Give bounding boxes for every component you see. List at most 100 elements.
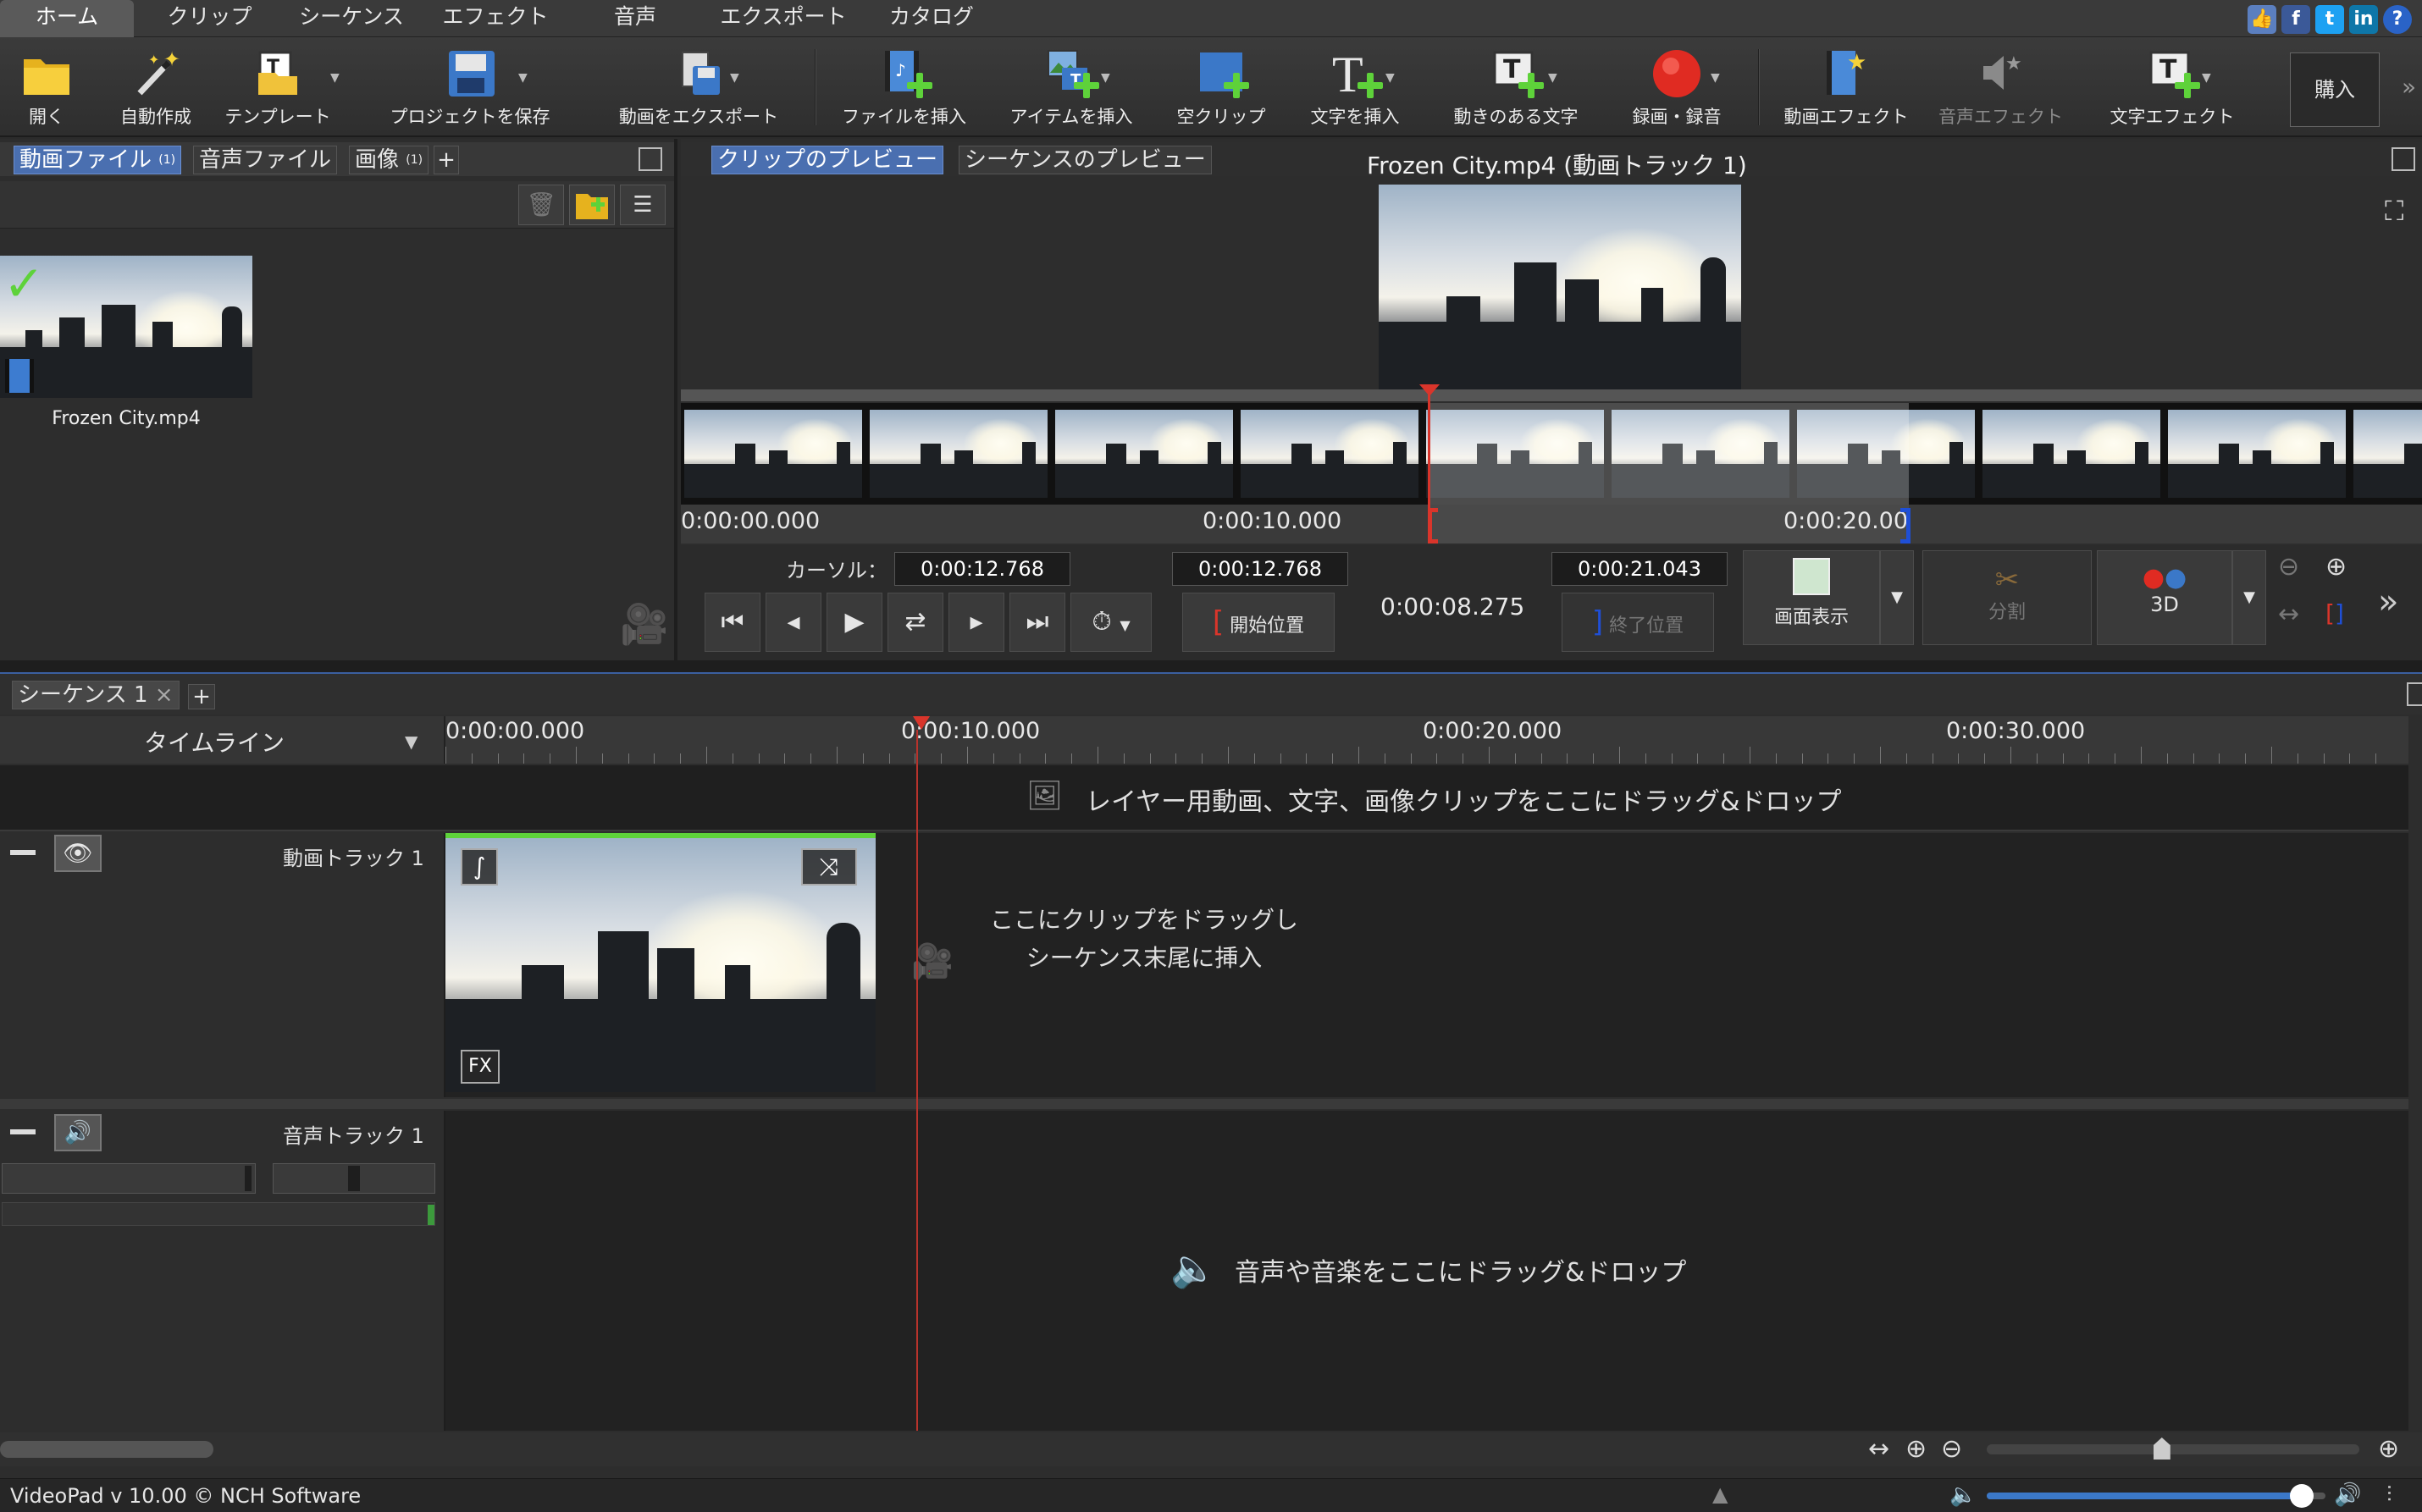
view-mode-selector[interactable]: タイムライン ▼ bbox=[0, 716, 445, 764]
split-button[interactable]: ✂ 分割 bbox=[1922, 550, 2092, 645]
expand-up-icon[interactable]: ▲ bbox=[1712, 1482, 1728, 1506]
add-tab-button[interactable]: + bbox=[434, 146, 459, 174]
add-sequence-button[interactable]: + bbox=[188, 684, 215, 709]
end-marker[interactable] bbox=[1900, 508, 1911, 544]
cursor-time[interactable]: 0:00:12.768 bbox=[894, 552, 1070, 586]
menu-tab-sequence[interactable]: シーケンス bbox=[292, 0, 411, 37]
tab-video-files[interactable]: 動画ファイル (1) bbox=[14, 146, 182, 174]
3d-dropdown-icon[interactable]: ▼ bbox=[2232, 550, 2266, 645]
video-track[interactable]: ∫ ⤨ FX 🎥 ここにクリップをドラッグしシーケンス末尾に挿入 bbox=[445, 833, 2408, 1097]
fullscreen-icon[interactable]: ⛶ bbox=[2385, 195, 2403, 228]
3d-button[interactable]: ●● 3D bbox=[2097, 550, 2232, 645]
go-to-start-icon[interactable]: ⏮ bbox=[705, 593, 760, 652]
pan-slider[interactable] bbox=[273, 1163, 435, 1194]
undock-icon[interactable] bbox=[639, 147, 662, 171]
panel-splitter[interactable] bbox=[0, 660, 2422, 672]
text-effects-dropdown-icon[interactable]: ▼ bbox=[2202, 71, 2211, 85]
set-start-button[interactable]: [ 開始位置 bbox=[1182, 593, 1335, 652]
playhead-handle-icon[interactable] bbox=[1419, 384, 1440, 396]
menu-tab-export[interactable]: エクスポート bbox=[711, 0, 855, 37]
tab-images[interactable]: 画像 (1) bbox=[349, 146, 429, 174]
animated-text-button[interactable]: T 動きのある文字 bbox=[1440, 42, 1592, 130]
fit-width-icon[interactable]: ↔ bbox=[2278, 599, 2299, 629]
animated-text-dropdown-icon[interactable]: ▼ bbox=[1548, 71, 1557, 85]
speed-icon[interactable]: ⏱ ▼ bbox=[1070, 593, 1152, 652]
list-view-icon[interactable]: ☰ bbox=[620, 185, 666, 225]
timeline-ruler[interactable]: 0:00:00.000 0:00:10.000 0:00:20.000 0:00… bbox=[445, 716, 2408, 764]
more-controls-icon[interactable]: » bbox=[2378, 582, 2398, 621]
export-video-button[interactable]: 動画をエクスポート bbox=[610, 42, 788, 130]
menu-tab-catalog[interactable]: カタログ bbox=[881, 0, 982, 37]
insert-text-dropdown-icon[interactable]: ▼ bbox=[1385, 71, 1395, 85]
template-dropdown-icon[interactable]: ▼ bbox=[330, 71, 340, 85]
screen-display-dropdown-icon[interactable]: ▼ bbox=[1880, 550, 1914, 645]
buy-button[interactable]: 購入 bbox=[2290, 52, 2380, 127]
next-frame-icon[interactable]: ▸ bbox=[948, 593, 1004, 652]
zoom-in-icon[interactable]: ⊕ bbox=[2378, 1434, 2399, 1464]
menu-tab-home[interactable]: ホーム bbox=[0, 0, 134, 37]
timeline-playhead[interactable] bbox=[916, 730, 918, 1431]
volume-slider[interactable] bbox=[2, 1163, 256, 1194]
collapse-icon[interactable] bbox=[10, 850, 36, 855]
close-icon[interactable]: × bbox=[155, 682, 174, 708]
speaker-icon[interactable]: 🔊 bbox=[54, 1114, 102, 1151]
preview-playhead[interactable] bbox=[1428, 386, 1430, 544]
slider-thumb[interactable] bbox=[2153, 1438, 2170, 1460]
blank-clip-button[interactable]: 空クリップ bbox=[1162, 42, 1280, 130]
screen-display-button[interactable]: 画面表示 bbox=[1743, 550, 1880, 645]
collapse-icon[interactable] bbox=[10, 1129, 36, 1134]
undock-icon[interactable] bbox=[2407, 682, 2422, 706]
fx-button[interactable]: FX bbox=[461, 1050, 500, 1084]
preview-ruler[interactable]: 0:00:00.000 0:00:10.000 0:00:20.00 bbox=[681, 505, 2422, 544]
eye-icon[interactable]: 👁 bbox=[54, 835, 102, 872]
scrub-bar[interactable] bbox=[681, 389, 2422, 401]
menu-tab-clip[interactable]: クリップ bbox=[152, 0, 267, 37]
tab-audio-files[interactable]: 音声ファイル bbox=[193, 146, 338, 174]
zoom-in-icon[interactable]: ⊕ bbox=[2325, 552, 2347, 582]
timeline-zoom-slider[interactable] bbox=[1987, 1438, 2359, 1460]
help-icon[interactable]: ? bbox=[2383, 5, 2412, 34]
slider-thumb[interactable] bbox=[348, 1166, 360, 1191]
mixer-icon[interactable]: ⫶ bbox=[2386, 1482, 2392, 1509]
save-project-button[interactable]: プロジェクトを保存 bbox=[377, 42, 563, 130]
set-end-button[interactable]: ] 終了位置 bbox=[1562, 593, 1714, 652]
menu-tab-effects[interactable]: エフェクト bbox=[432, 0, 559, 37]
overlay-track[interactable]: 🖼 レイヤー用動画、文字、画像クリップをここにドラッグ&ドロップ bbox=[0, 765, 2408, 831]
previous-frame-icon[interactable]: ◂ bbox=[766, 593, 821, 652]
playhead-handle-icon[interactable] bbox=[913, 716, 930, 730]
zoom-selection-icon[interactable]: ⊕ bbox=[1905, 1434, 1927, 1464]
file-thumbnail[interactable]: ✓ bbox=[0, 256, 252, 398]
play-icon[interactable]: ▶ bbox=[827, 593, 882, 652]
insert-item-button[interactable]: T アイテムを挿入 bbox=[999, 42, 1143, 130]
template-button[interactable]: T テンプレート bbox=[218, 42, 337, 130]
video-effects-button[interactable]: ★ 動画エフェクト bbox=[1778, 42, 1914, 130]
end-time[interactable]: 0:00:21.043 bbox=[1551, 552, 1728, 586]
tab-sequence-1[interactable]: シーケンス 1 × bbox=[12, 681, 180, 709]
open-button[interactable]: 開く bbox=[8, 42, 85, 130]
facebook-icon[interactable]: f bbox=[2281, 5, 2310, 34]
record-button[interactable]: 録画・録音 bbox=[1613, 42, 1740, 130]
audio-effects-button[interactable]: ★ 音声エフェクト bbox=[1931, 42, 2071, 130]
insert-text-button[interactable]: T 文字を挿入 bbox=[1296, 42, 1414, 130]
master-volume-slider[interactable] bbox=[1987, 1484, 2325, 1508]
filmstrip[interactable] bbox=[681, 403, 2422, 505]
track-splitter[interactable] bbox=[0, 1099, 2408, 1109]
menu-tab-audio[interactable]: 音声 bbox=[593, 0, 677, 37]
auto-create-button[interactable]: ✦ ✦ 自動作成 bbox=[112, 42, 200, 130]
like-icon[interactable]: 👍 bbox=[2248, 5, 2276, 34]
toolbar-more-icon[interactable]: » bbox=[2402, 73, 2416, 101]
tab-sequence-preview[interactable]: シーケンスのプレビュー bbox=[959, 146, 1212, 174]
slider-thumb[interactable] bbox=[2290, 1484, 2314, 1508]
audio-track[interactable]: 🔈 音声や音楽をここにドラッグ&ドロップ bbox=[445, 1111, 2408, 1431]
slider-thumb[interactable] bbox=[245, 1166, 252, 1191]
insert-file-button[interactable]: ♪ ファイルを挿入 bbox=[834, 42, 974, 130]
new-folder-icon[interactable] bbox=[569, 185, 615, 225]
twitter-icon[interactable]: t bbox=[2315, 5, 2344, 34]
fade-in-icon[interactable]: ∫ bbox=[461, 848, 498, 886]
video-preview[interactable] bbox=[1379, 185, 1741, 389]
horizontal-scrollbar[interactable] bbox=[0, 1441, 213, 1458]
insert-item-dropdown-icon[interactable]: ▼ bbox=[1101, 71, 1110, 85]
undock-icon[interactable] bbox=[2392, 147, 2415, 171]
text-effects-button[interactable]: T 文字エフェクト bbox=[2100, 42, 2244, 130]
transition-icon[interactable]: ⤨ bbox=[801, 848, 857, 886]
